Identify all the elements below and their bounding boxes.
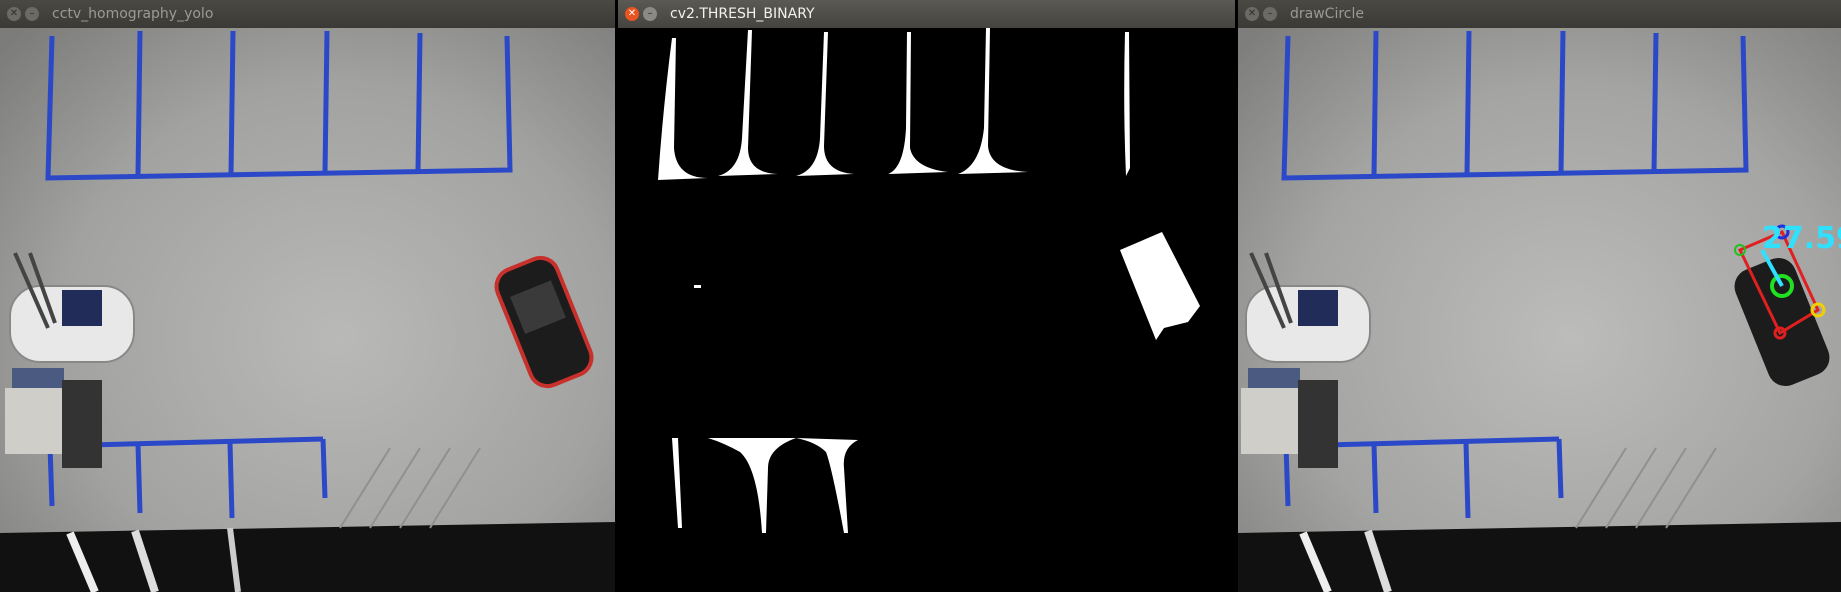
minimize-icon[interactable]: –: [25, 7, 39, 21]
titlebar[interactable]: ✕ – drawCircle: [1238, 0, 1841, 29]
window-title: drawCircle: [1290, 6, 1364, 22]
window-thresh-binary[interactable]: ✕ – cv2.THRESH_BINARY: [618, 0, 1235, 592]
person: [5, 368, 102, 468]
titlebar[interactable]: ✕ – cctv_homography_yolo: [0, 0, 615, 29]
threshold-image: [618, 28, 1235, 592]
angle-label: 27.59: [1762, 221, 1841, 256]
camera-image: [0, 28, 615, 592]
window-title: cctv_homography_yolo: [52, 6, 214, 22]
minimize-icon[interactable]: –: [643, 7, 657, 21]
close-icon[interactable]: ✕: [1245, 7, 1259, 21]
close-icon[interactable]: ✕: [625, 7, 639, 21]
minimize-icon[interactable]: –: [1263, 7, 1277, 21]
annotated-image: 27.59: [1238, 28, 1841, 592]
window-draw-circle[interactable]: ✕ – drawCircle 27.5: [1238, 0, 1841, 592]
window-cctv-homography-yolo[interactable]: ✕ – cctv_homography_yolo: [0, 0, 615, 592]
window-title: cv2.THRESH_BINARY: [670, 6, 815, 22]
close-icon[interactable]: ✕: [7, 7, 21, 21]
titlebar[interactable]: ✕ – cv2.THRESH_BINARY: [618, 0, 1235, 29]
person: [1241, 368, 1338, 468]
